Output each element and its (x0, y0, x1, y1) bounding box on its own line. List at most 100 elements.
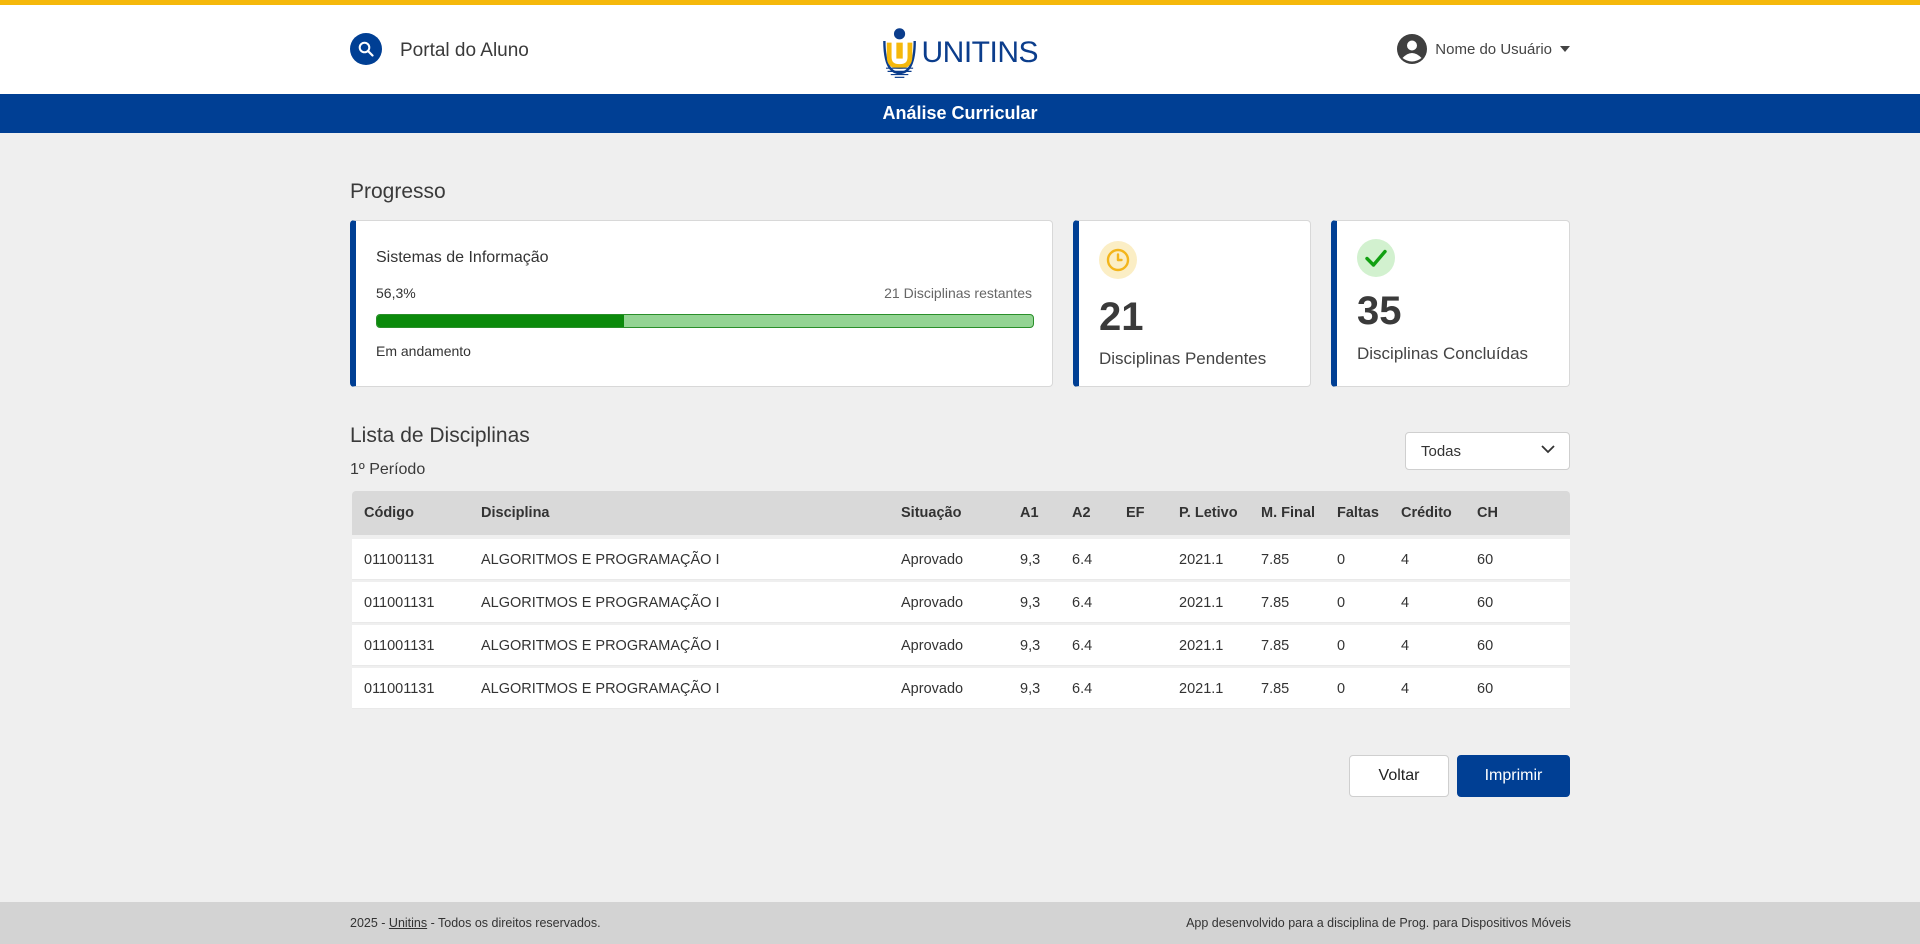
cell-disciplina: ALGORITMOS E PROGRAMAÇÃO I (481, 681, 720, 697)
cell-situacao: Aprovado (901, 595, 964, 611)
table-row[interactable]: 011001131 ALGORITMOS E PROGRAMAÇÃO I Aprov… (352, 582, 1570, 623)
header-col-codigo: Código (364, 505, 414, 521)
cell-p-letivo: 2021.1 (1179, 681, 1224, 697)
filter-selected-value: Todas (1421, 442, 1462, 460)
cell-p-letivo: 2021.1 (1179, 552, 1224, 568)
header-col-m-final: M. Final (1261, 505, 1315, 521)
footer-year: 2025 - (350, 916, 389, 930)
cell-ch: 60 (1477, 638, 1494, 654)
table-header: Código Disciplina Situação A1 A2 EF P. Letivo M… (352, 491, 1570, 535)
situation-filter-select[interactable]: Todas (1405, 432, 1570, 470)
clock-icon (1106, 248, 1130, 272)
header-col-situacao: Situação (901, 505, 962, 521)
cell-disciplina: ALGORITMOS E PROGRAMAÇÃO I (481, 638, 720, 654)
cell-m-final: 7.85 (1261, 552, 1290, 568)
unitins-logo[interactable]: UNITINS (878, 18, 1038, 88)
cell-disciplina: ALGORITMOS E PROGRAMAÇÃO I (481, 595, 720, 611)
cell-m-final: 7.85 (1261, 595, 1290, 611)
header-col-faltas: Faltas (1337, 505, 1379, 521)
cell-situacao: Aprovado (901, 638, 964, 654)
course-status: Em andamento (376, 343, 471, 359)
table-row[interactable]: 011001131 ALGORITMOS E PROGRAMAÇÃO I Aprov… (352, 539, 1570, 580)
pending-label: Disciplinas Pendentes (1099, 349, 1267, 368)
table-row[interactable]: 011001131 ALGORITMOS E PROGRAMAÇÃO I Aprov… (352, 668, 1570, 709)
unitins-logo-mark (883, 28, 916, 78)
header-col-credito: Crédito (1401, 505, 1452, 521)
pending-count: 21 (1099, 295, 1144, 339)
portal-title[interactable]: Portal do Aluno (400, 40, 529, 62)
header-col-a2: A2 (1072, 505, 1091, 521)
footer-rights: - Todos os direitos reservados. (427, 916, 601, 930)
clock-icon-wrap (1099, 241, 1137, 279)
disciplines-section-title: Lista de Disciplinas (350, 424, 530, 447)
cell-a2: 6.4 (1072, 638, 1093, 654)
table-row[interactable]: 011001131 ALGORITMOS E PROGRAMAÇÃO I Aprov… (352, 625, 1570, 666)
footer-unitins-link[interactable]: Unitins (389, 916, 427, 930)
cell-faltas: 0 (1337, 552, 1346, 568)
cell-faltas: 0 (1337, 638, 1346, 654)
cell-a2: 6.4 (1072, 681, 1093, 697)
table-body: 011001131 ALGORITMOS E PROGRAMAÇÃO I Aprov… (352, 539, 1570, 709)
logo-text: UNITINS (921, 36, 1039, 69)
cell-ch: 60 (1477, 552, 1494, 568)
cell-credito: 4 (1401, 595, 1410, 611)
footer-credit: App desenvolvido para a disciplina de Pr… (1186, 916, 1571, 930)
page-title: Análise Curricular (0, 94, 1920, 133)
cell-situacao: Aprovado (901, 681, 964, 697)
header-col-a1: A1 (1020, 505, 1039, 521)
cell-a1: 9,3 (1020, 638, 1041, 654)
cell-credito: 4 (1401, 681, 1410, 697)
course-progress-card: Sistemas de Informação 56,3% 21 Discipli… (350, 220, 1053, 387)
cell-credito: 4 (1401, 552, 1410, 568)
cell-a1: 9,3 (1020, 552, 1041, 568)
disciplines-table: Código Disciplina Situação A1 A2 EF P. Letivo M… (352, 491, 1570, 709)
header-col-p-letivo: P. Letivo (1179, 505, 1238, 521)
course-name: Sistemas de Informação (376, 249, 549, 266)
done-label: Disciplinas Concluídas (1357, 344, 1529, 363)
progress-bar (376, 314, 1034, 328)
user-menu[interactable]: Nome do Usuário (1397, 34, 1570, 64)
progress-bar-fill (377, 315, 624, 327)
pending-card: 21 Disciplinas Pendentes (1073, 220, 1311, 387)
done-count: 35 (1357, 289, 1402, 333)
cell-a1: 9,3 (1020, 595, 1041, 611)
user-circle-icon (1397, 34, 1428, 64)
cell-credito: 4 (1401, 638, 1410, 654)
remaining-disciplines: 21 Disciplinas restantes (884, 285, 1032, 301)
cell-codigo: 011001131 (364, 638, 435, 654)
cell-ch: 60 (1477, 681, 1494, 697)
chevron-down-icon (1541, 445, 1555, 454)
cell-p-letivo: 2021.1 (1179, 638, 1224, 654)
cell-a1: 9,3 (1020, 681, 1041, 697)
header-col-ch: CH (1477, 505, 1498, 521)
cell-m-final: 7.85 (1261, 638, 1290, 654)
search-button[interactable] (350, 33, 382, 65)
back-button[interactable]: Voltar (1349, 755, 1449, 797)
cell-codigo: 011001131 (364, 552, 435, 568)
header-col-ef: EF (1126, 505, 1145, 521)
caret-down-icon (1560, 46, 1570, 52)
cell-ch: 60 (1477, 595, 1494, 611)
search-icon (358, 41, 374, 57)
progress-percent: 56,3% (376, 285, 416, 301)
footer: 2025 - Unitins - Todos os direitos reser… (0, 902, 1920, 944)
cell-codigo: 011001131 (364, 595, 435, 611)
cell-faltas: 0 (1337, 681, 1346, 697)
done-card: 35 Disciplinas Concluídas (1331, 220, 1570, 387)
cell-p-letivo: 2021.1 (1179, 595, 1224, 611)
footer-copyright: 2025 - Unitins - Todos os direitos reser… (350, 916, 601, 930)
period-label: 1º Período (350, 461, 426, 478)
header-col-disciplina: Disciplina (481, 505, 550, 521)
check-icon (1365, 249, 1387, 267)
cell-disciplina: ALGORITMOS E PROGRAMAÇÃO I (481, 552, 720, 568)
cell-faltas: 0 (1337, 595, 1346, 611)
cell-codigo: 011001131 (364, 681, 435, 697)
progress-section-title: Progresso (350, 180, 446, 203)
cell-m-final: 7.85 (1261, 681, 1290, 697)
print-button[interactable]: Imprimir (1457, 755, 1570, 797)
user-name: Nome do Usuário (1435, 40, 1552, 58)
top-header: Portal do Aluno UNITINS Nome do Usuário (0, 5, 1920, 94)
cell-situacao: Aprovado (901, 552, 964, 568)
check-icon-wrap (1357, 239, 1395, 277)
cell-a2: 6.4 (1072, 552, 1093, 568)
